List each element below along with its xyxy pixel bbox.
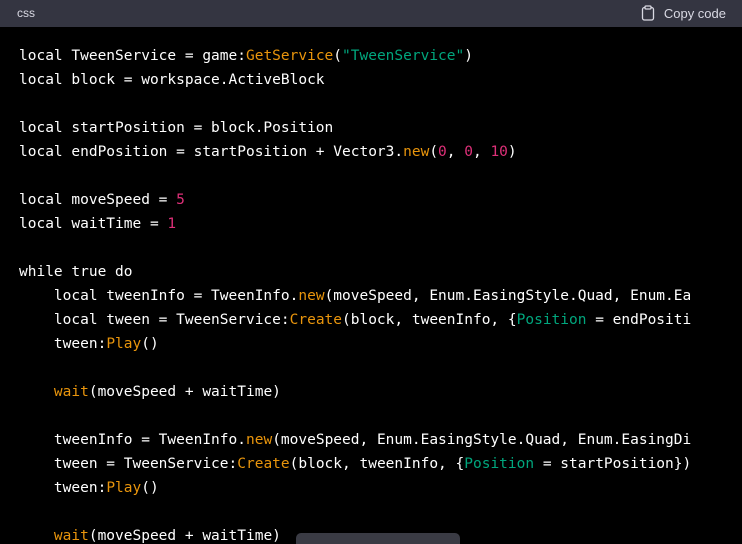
code-token: tween: (19, 336, 107, 352)
code-token: = startPosition}) (534, 456, 692, 472)
code-token: , (446, 144, 465, 160)
code-token: local TweenService = game: (19, 48, 246, 64)
code-line: tween:Play() (19, 476, 691, 500)
code-token: 0 (464, 144, 473, 160)
code-token: GetService (245, 48, 334, 64)
code-token: Position (516, 312, 587, 328)
code-token: wait (53, 528, 89, 544)
code-line: local waitTime = 1 (19, 212, 691, 236)
code-token: Play (106, 336, 142, 352)
code-line: tween = TweenService:Create(block, tween… (19, 452, 691, 476)
code-token: 0 (438, 144, 447, 160)
code-token: ( (333, 48, 343, 64)
code-line: local moveSpeed = 5 (19, 188, 691, 212)
code-line: local startPosition = block.Position (19, 116, 691, 140)
code-token: local moveSpeed = (19, 192, 177, 208)
code-line: local endPosition = startPosition + Vect… (19, 140, 691, 164)
code-token: 5 (176, 192, 185, 208)
code-token: ) (507, 144, 517, 160)
code-token: tween = TweenService: (19, 456, 238, 472)
tooltip-edge (296, 533, 460, 544)
code-token: while true do (19, 264, 133, 280)
code-token: Position (464, 456, 535, 472)
code-token: "TweenService" (342, 48, 465, 64)
code-line: tween:Play() (19, 332, 691, 356)
code-token: new (403, 144, 430, 160)
code-token: ) (464, 48, 473, 64)
code-token: , (472, 144, 491, 160)
code-token: local tween = TweenService: (19, 312, 290, 328)
code-token: ( (429, 144, 439, 160)
clipboard-icon (641, 5, 655, 21)
code-line: local tweenInfo = TweenInfo.new(moveSpee… (19, 284, 691, 308)
code-token: tweenInfo = TweenInfo. (19, 432, 246, 448)
code-language-label: css (17, 6, 35, 20)
code-token: local endPosition = startPosition + Vect… (19, 144, 404, 160)
code-line: local TweenService = game:GetService("Tw… (19, 44, 691, 68)
code-token: Create (237, 456, 290, 472)
code-line: tweenInfo = TweenInfo.new(moveSpeed, Enu… (19, 428, 691, 452)
code-line: wait(moveSpeed + waitTime) (19, 380, 691, 404)
code-line: while true do (19, 260, 691, 284)
code-line: local block = workspace.ActiveBlock (19, 68, 691, 92)
code-token: (moveSpeed, Enum.EasingStyle.Quad, Enum.… (272, 432, 692, 448)
code-token: local block = workspace.ActiveBlock (19, 72, 325, 88)
code-token: local tweenInfo = TweenInfo. (19, 288, 299, 304)
code-token: Create (289, 312, 343, 328)
code-token: local waitTime = (19, 216, 168, 232)
code-block-header: css Copy code (0, 0, 742, 27)
code-token: new (245, 432, 273, 448)
copy-code-button[interactable]: Copy code (641, 3, 726, 23)
code-token: () (141, 480, 159, 496)
code-token: new (298, 288, 325, 304)
code-token: (moveSpeed + waitTime) (88, 528, 281, 544)
code-token: 10 (490, 144, 508, 160)
code-token: (block, tweenInfo, { (342, 312, 517, 328)
copy-code-label: Copy code (663, 5, 726, 21)
code-content[interactable]: local TweenService = game:GetService("Tw… (19, 44, 691, 544)
code-block: css Copy code local TweenService = game:… (0, 0, 742, 544)
code-token: (moveSpeed, Enum.EasingStyle.Quad, Enum.… (324, 288, 692, 304)
code-token: 1 (167, 216, 177, 232)
code-token: () (141, 336, 159, 352)
code-line: local tween = TweenService:Create(block,… (19, 308, 691, 332)
code-token: (block, tweenInfo, { (289, 456, 465, 472)
code-token: (moveSpeed + waitTime) (88, 384, 281, 400)
code-token: wait (53, 384, 89, 400)
code-token: Play (106, 480, 142, 496)
code-token: = endPositi (586, 312, 692, 328)
code-token: local startPosition = block.Position (19, 120, 334, 136)
code-token: tween: (19, 480, 107, 496)
